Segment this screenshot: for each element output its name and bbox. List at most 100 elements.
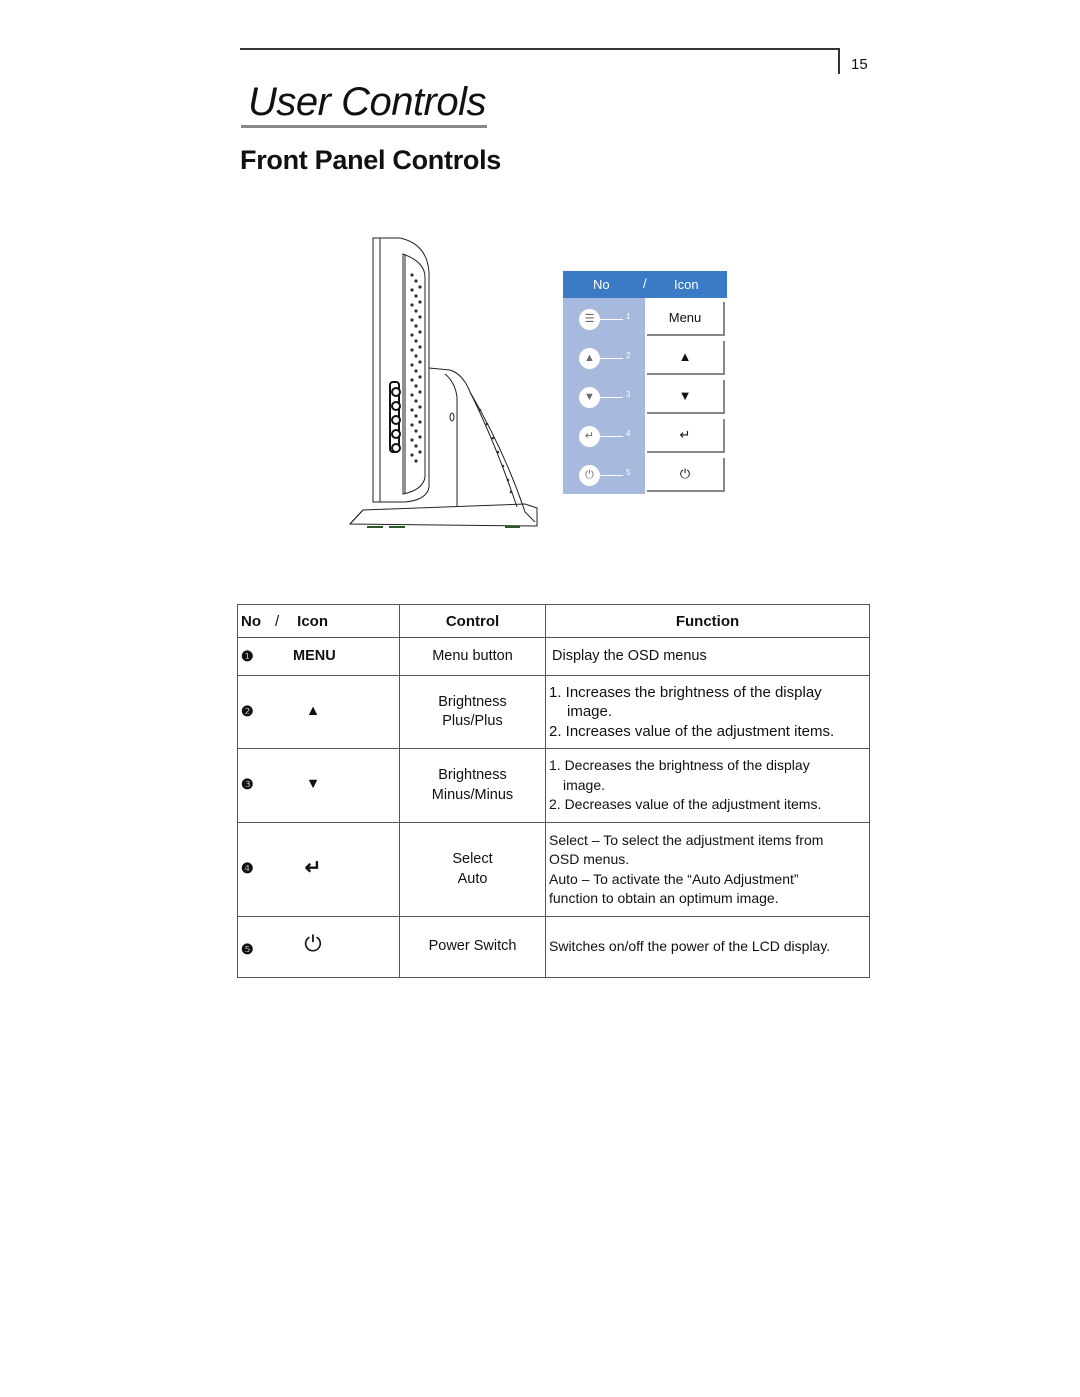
menu-icon: ☰ bbox=[579, 309, 600, 330]
chapter-title: User Controls bbox=[248, 80, 487, 124]
legend-header-icon: Icon bbox=[674, 277, 699, 292]
legend-row: ▼ 3 ▼ bbox=[563, 378, 727, 416]
legend-number: 5 bbox=[626, 468, 631, 477]
page-number: 15 bbox=[851, 56, 868, 73]
cell-control: Brightness Plus/Plus bbox=[399, 675, 546, 749]
function-text: 1. Increases the brightness of the displ… bbox=[549, 683, 822, 701]
table-row: ❺ ⏻ Power Switch Switches on/off the pow… bbox=[237, 916, 870, 978]
table-row: ❹ ↵ Select Auto Select – To select the a… bbox=[237, 822, 870, 917]
control-text: Brightness bbox=[438, 767, 507, 783]
power-icon: ⏻ bbox=[304, 931, 322, 956]
function-text: 1. Decreases the brightness of the displ… bbox=[549, 757, 810, 774]
header-slash: / bbox=[275, 612, 280, 630]
legend-number: 4 bbox=[626, 429, 631, 438]
header-no: No bbox=[241, 612, 261, 630]
controls-table: No / Icon Control Function ❶ MENU Menu but… bbox=[237, 604, 870, 978]
control-text: Select bbox=[452, 851, 493, 867]
leader-line bbox=[599, 436, 623, 437]
leader-line bbox=[599, 319, 623, 320]
enter-icon: ↵ bbox=[579, 426, 600, 447]
control-text: Brightness bbox=[438, 693, 507, 710]
legend-row: ☰ 1 Menu bbox=[563, 300, 727, 338]
section-title: Front Panel Controls bbox=[240, 145, 502, 175]
row-number: ❺ bbox=[241, 941, 254, 957]
menu-label-icon: MENU bbox=[293, 648, 336, 664]
function-text: Switches on/off the power of the LCD dis… bbox=[549, 938, 831, 955]
table-row: ❷ ▲ Brightness Plus/Plus 1. Increases th… bbox=[237, 675, 870, 749]
header-rule-tick bbox=[838, 48, 840, 74]
legend-button-up: ▲ bbox=[647, 341, 725, 375]
table-row: ❶ MENU Menu button Display the OSD menus bbox=[237, 637, 870, 676]
up-triangle-icon: ▲ bbox=[579, 348, 600, 369]
function-text: 2. Decreases value of the adjustment ite… bbox=[549, 796, 822, 813]
legend-row: ⏻ 5 ⏻ bbox=[563, 456, 727, 494]
row-number: ❷ bbox=[241, 703, 254, 719]
cell-function: Select – To select the adjustment items … bbox=[545, 822, 870, 917]
legend-number: 1 bbox=[626, 312, 631, 321]
control-text: Minus/Minus bbox=[431, 786, 514, 803]
chapter-underline bbox=[241, 125, 487, 128]
monitor-base bbox=[348, 503, 538, 527]
monitor-side-view-illustration bbox=[348, 237, 538, 528]
leader-line bbox=[599, 397, 623, 398]
table-row: ❸ ▼ Brightness Minus/Minus 1. Decreases … bbox=[237, 748, 870, 823]
down-triangle-icon: ▼ bbox=[579, 387, 600, 408]
cell-function: 1. Decreases the brightness of the displ… bbox=[545, 748, 870, 823]
cell-control: Brightness Minus/Minus bbox=[399, 748, 546, 823]
legend-button-enter: ↵ bbox=[647, 419, 725, 453]
cell-control: Power Switch bbox=[399, 916, 546, 978]
legend-row: ▲ 2 ▲ bbox=[563, 339, 727, 377]
up-triangle-icon: ▲ bbox=[305, 703, 321, 719]
table-header-row: No / Icon Control Function bbox=[237, 604, 870, 638]
function-text: Display the OSD menus bbox=[552, 647, 707, 664]
power-icon: ⏻ bbox=[579, 465, 600, 486]
legend-header-slash: / bbox=[643, 276, 647, 291]
cell-no-icon: ❸ ▼ bbox=[237, 748, 400, 823]
function-text: Select – To select the adjustment items … bbox=[549, 831, 824, 848]
cell-control: Select Auto bbox=[399, 822, 546, 917]
side-buttons bbox=[389, 381, 401, 453]
legend-header: No / Icon bbox=[563, 271, 727, 298]
header-rule bbox=[240, 48, 839, 50]
leader-line bbox=[599, 358, 623, 359]
function-text: OSD menus. bbox=[549, 851, 630, 867]
monitor-body bbox=[372, 237, 430, 503]
cell-control: Menu button bbox=[399, 637, 546, 676]
function-text: 2. Increases value of the adjustment ite… bbox=[549, 722, 835, 740]
function-text: image. bbox=[563, 776, 606, 793]
function-text: Auto – To activate the “Auto Adjustment” bbox=[549, 870, 799, 887]
legend-number: 2 bbox=[626, 351, 631, 360]
legend-header-no: No bbox=[593, 277, 610, 292]
control-text: Auto bbox=[457, 870, 488, 887]
cell-no-icon: ❺ ⏻ bbox=[237, 916, 400, 978]
cell-no-icon: ❶ MENU bbox=[237, 637, 400, 676]
cell-function: Switches on/off the power of the LCD dis… bbox=[545, 916, 870, 978]
cell-function: 1. Increases the brightness of the displ… bbox=[545, 675, 870, 749]
control-text: Plus/Plus bbox=[442, 713, 503, 729]
function-text: function to obtain an optimum image. bbox=[549, 890, 779, 906]
enter-icon: ↵ bbox=[304, 857, 322, 879]
row-number: ❶ bbox=[241, 648, 254, 664]
legend-button-down: ▼ bbox=[647, 380, 725, 414]
legend-row: ↵ 4 ↵ bbox=[563, 417, 727, 455]
header-control: Control bbox=[399, 604, 546, 638]
leader-line bbox=[599, 475, 623, 476]
header-no-icon: No / Icon bbox=[237, 604, 400, 638]
header-icon: Icon bbox=[297, 612, 329, 630]
monitor-stand bbox=[428, 367, 536, 523]
control-text: Menu button bbox=[432, 647, 513, 664]
legend-button-power: ⏻ bbox=[647, 458, 725, 492]
control-text: Power Switch bbox=[428, 938, 517, 955]
cell-function: Display the OSD menus bbox=[545, 637, 870, 676]
legend-button-menu: Menu bbox=[647, 302, 725, 336]
down-triangle-icon: ▼ bbox=[305, 776, 321, 792]
row-number: ❹ bbox=[241, 860, 254, 876]
legend-number: 3 bbox=[626, 390, 631, 399]
function-text: image. bbox=[567, 703, 613, 721]
vent-holes bbox=[410, 273, 422, 463]
cell-no-icon: ❹ ↵ bbox=[237, 822, 400, 917]
button-legend-panel: No / Icon ☰ 1 Menu ▲ 2 ▲ ▼ 3 ▼ ↵ 4 ↵ ⏻ 5… bbox=[563, 271, 727, 494]
row-number: ❸ bbox=[241, 776, 254, 792]
cell-no-icon: ❷ ▲ bbox=[237, 675, 400, 749]
header-function: Function bbox=[545, 604, 870, 638]
